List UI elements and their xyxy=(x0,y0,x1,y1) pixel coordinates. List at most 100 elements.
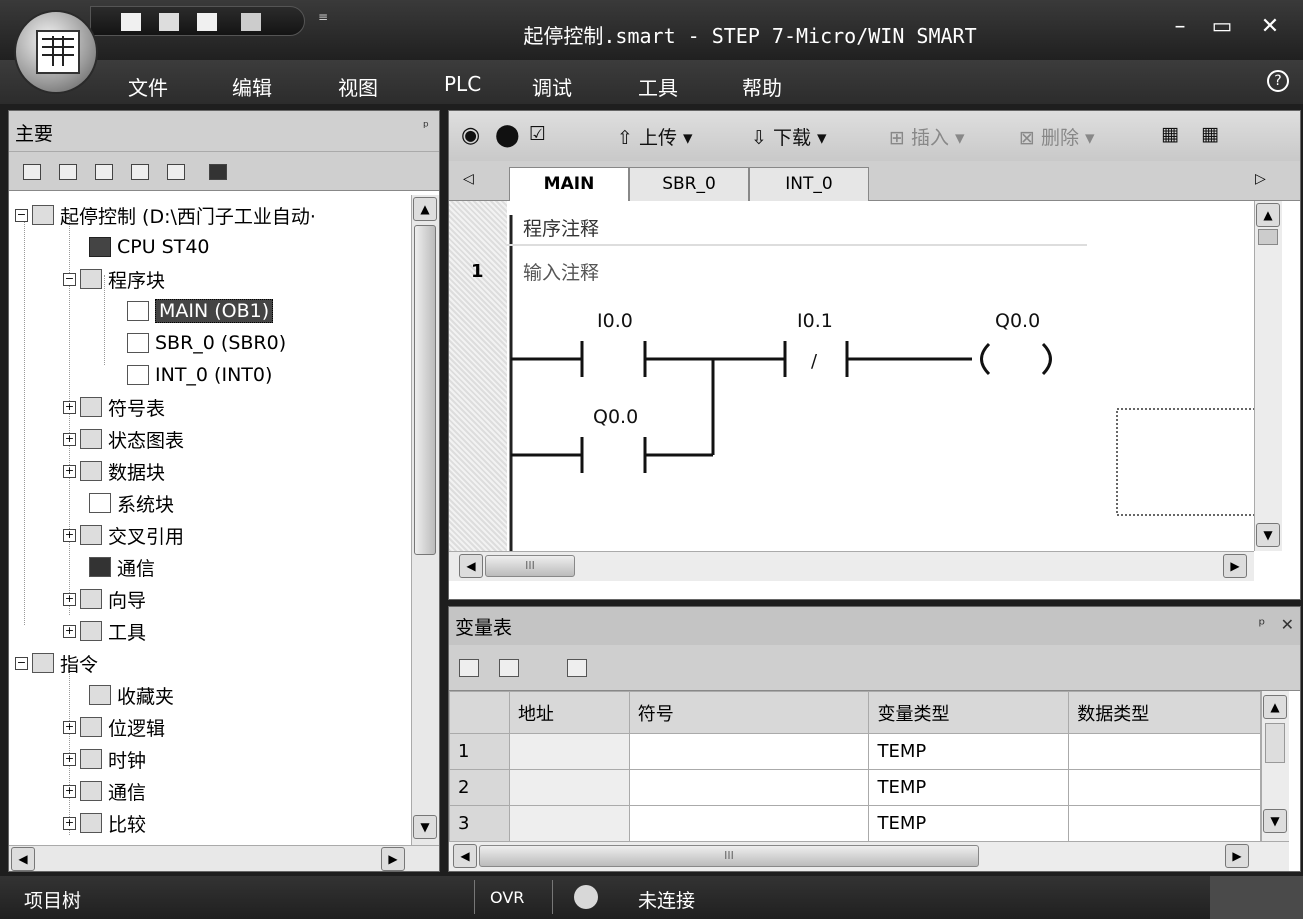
tab-scroll-right-icon[interactable]: ▷ xyxy=(1255,171,1266,187)
tree-item-project[interactable]: − 起停控制 (D:\西门子工业自动· xyxy=(15,201,316,229)
expand-icon[interactable]: + xyxy=(63,752,76,766)
expand-icon[interactable]: + xyxy=(63,592,76,606)
table-row[interactable]: 1 TEMP xyxy=(449,733,1261,770)
scroll-thumb[interactable] xyxy=(1265,723,1285,763)
expand-icon[interactable]: + xyxy=(63,720,76,734)
tab-int0[interactable]: INT_0 xyxy=(749,167,869,201)
symbol-table-icon[interactable] xyxy=(23,164,41,180)
scroll-right-icon[interactable]: ▶ xyxy=(1225,844,1249,868)
stop-icon[interactable]: ⬤ xyxy=(495,123,520,148)
tree-item-clock[interactable]: + 时钟 xyxy=(63,745,146,773)
project-tree-vertical-scrollbar[interactable]: ▲ ▼ xyxy=(411,195,439,845)
select-tool-icon[interactable] xyxy=(567,659,587,677)
compile-icon[interactable]: ☑ xyxy=(529,123,546,145)
scroll-up-icon[interactable]: ▲ xyxy=(413,197,437,221)
variable-table-horizontal-scrollbar[interactable]: ◀ III ▶ xyxy=(449,841,1289,871)
cross-reference-icon[interactable] xyxy=(167,164,185,180)
system-block-icon[interactable] xyxy=(131,164,149,180)
collapse-icon[interactable]: − xyxy=(15,208,28,222)
tab-scroll-left-icon[interactable]: ◁ xyxy=(463,171,474,187)
scroll-thumb[interactable] xyxy=(1258,229,1278,245)
tree-item-communication[interactable]: 通信 xyxy=(89,553,155,581)
close-button[interactable]: ✕ xyxy=(1252,14,1288,44)
open-folder-icon[interactable] xyxy=(159,13,179,31)
menu-tools[interactable]: 工具 xyxy=(638,72,678,101)
editor-vertical-scrollbar[interactable]: ▲ ▼ xyxy=(1254,201,1282,551)
contact-seal-label[interactable]: Q0.0 xyxy=(593,406,638,428)
scroll-thumb[interactable]: III xyxy=(479,845,979,867)
scroll-down-icon[interactable]: ▼ xyxy=(1263,809,1287,833)
pin-icon[interactable]: ᵖ xyxy=(1258,615,1265,634)
minimize-button[interactable]: – xyxy=(1162,14,1198,44)
tab-sbr0[interactable]: SBR_0 xyxy=(629,167,749,201)
tree-item-cpu[interactable]: CPU ST40 xyxy=(89,233,210,261)
rung-comment[interactable]: 输入注释 xyxy=(523,262,599,284)
new-file-icon[interactable] xyxy=(121,13,141,31)
save-icon[interactable] xyxy=(197,13,217,31)
expand-icon[interactable]: + xyxy=(63,528,76,542)
tree-item-main[interactable]: MAIN (OB1) xyxy=(127,297,274,325)
menu-help[interactable]: 帮助 xyxy=(742,72,782,101)
tree-item-symbol-table[interactable]: + 符号表 xyxy=(63,393,165,421)
tree-item-compare[interactable]: + 比较 xyxy=(63,809,146,837)
expand-icon[interactable]: + xyxy=(63,464,76,478)
project-tree-horizontal-scrollbar[interactable]: ◀ ▶ xyxy=(9,845,439,871)
delete-row-icon[interactable] xyxy=(499,659,519,677)
tree-item-favorites[interactable]: 收藏夹 xyxy=(89,681,174,709)
upload-button[interactable]: ⇧ 上传 ▾ xyxy=(617,123,693,150)
network-icon[interactable]: ▦ xyxy=(1161,123,1179,145)
print-icon[interactable] xyxy=(241,13,261,31)
collapse-icon[interactable]: − xyxy=(15,656,28,670)
table-row[interactable]: 2 TEMP xyxy=(449,769,1261,806)
communication-icon[interactable] xyxy=(209,164,227,180)
application-menu-button[interactable] xyxy=(14,10,98,94)
menu-view[interactable]: 视图 xyxy=(338,72,378,101)
tree-item-int0[interactable]: INT_0 (INT0) xyxy=(127,361,272,389)
tree-item-wizard[interactable]: + 向导 xyxy=(63,585,146,613)
expand-icon[interactable]: + xyxy=(63,624,76,638)
scroll-up-icon[interactable]: ▲ xyxy=(1263,695,1287,719)
maximize-button[interactable]: ▭ xyxy=(1204,14,1240,44)
column-header-address[interactable]: 地址 xyxy=(508,691,630,734)
column-header-data-type[interactable]: 数据类型 xyxy=(1068,691,1261,734)
contact-start-label[interactable]: I0.0 xyxy=(597,310,633,332)
scroll-down-icon[interactable]: ▼ xyxy=(1256,523,1280,547)
scroll-left-icon[interactable]: ◀ xyxy=(459,554,483,578)
editor-horizontal-scrollbar[interactable]: ◀ III ▶ xyxy=(449,551,1254,581)
help-icon[interactable]: ? xyxy=(1267,70,1289,92)
scroll-down-icon[interactable]: ▼ xyxy=(413,815,437,839)
menu-file[interactable]: 文件 xyxy=(128,72,168,101)
tree-item-bit-logic[interactable]: + 位逻辑 xyxy=(63,713,165,741)
expand-icon[interactable]: + xyxy=(63,784,76,798)
scroll-right-icon[interactable]: ▶ xyxy=(381,847,405,871)
scroll-left-icon[interactable]: ◀ xyxy=(453,844,477,868)
collapse-icon[interactable]: − xyxy=(63,272,76,286)
insert-button[interactable]: ⊞ 插入 ▾ xyxy=(889,123,965,150)
tree-item-status-chart[interactable]: + 状态图表 xyxy=(63,425,184,453)
coil-label[interactable]: Q0.0 xyxy=(995,310,1040,332)
network-alt-icon[interactable]: ▦ xyxy=(1201,123,1219,145)
resize-grip-icon[interactable] xyxy=(1210,876,1303,919)
scroll-thumb[interactable]: III xyxy=(485,555,575,577)
tab-main[interactable]: MAIN xyxy=(509,167,629,202)
contact-stop-label[interactable]: I0.1 xyxy=(797,310,833,332)
expand-icon[interactable]: + xyxy=(63,432,76,446)
scroll-up-icon[interactable]: ▲ xyxy=(1256,203,1280,227)
scroll-thumb[interactable] xyxy=(414,225,436,555)
tree-item-program-block[interactable]: − 程序块 xyxy=(63,265,165,293)
pin-icon[interactable]: ᵖ xyxy=(423,119,429,135)
tree-item-system-block[interactable]: 系统块 xyxy=(89,489,174,517)
tree-item-comm-instructions[interactable]: + 通信 xyxy=(63,777,146,805)
tree-item-data-block[interactable]: + 数据块 xyxy=(63,457,165,485)
insert-row-icon[interactable] xyxy=(459,659,479,677)
scroll-left-icon[interactable]: ◀ xyxy=(11,847,35,871)
download-button[interactable]: ⇩ 下载 ▾ xyxy=(751,123,827,150)
program-comment[interactable]: 程序注释 xyxy=(523,218,599,240)
column-header-symbol[interactable]: 符号 xyxy=(628,691,870,734)
variable-table-vertical-scrollbar[interactable]: ▲ ▼ xyxy=(1261,691,1289,841)
run-icon[interactable]: ◉ xyxy=(461,123,480,148)
status-chart-icon[interactable] xyxy=(59,164,77,180)
tree-item-cross-reference[interactable]: + 交叉引用 xyxy=(63,521,184,549)
expand-icon[interactable]: + xyxy=(63,400,76,414)
menu-edit[interactable]: 编辑 xyxy=(232,72,272,101)
